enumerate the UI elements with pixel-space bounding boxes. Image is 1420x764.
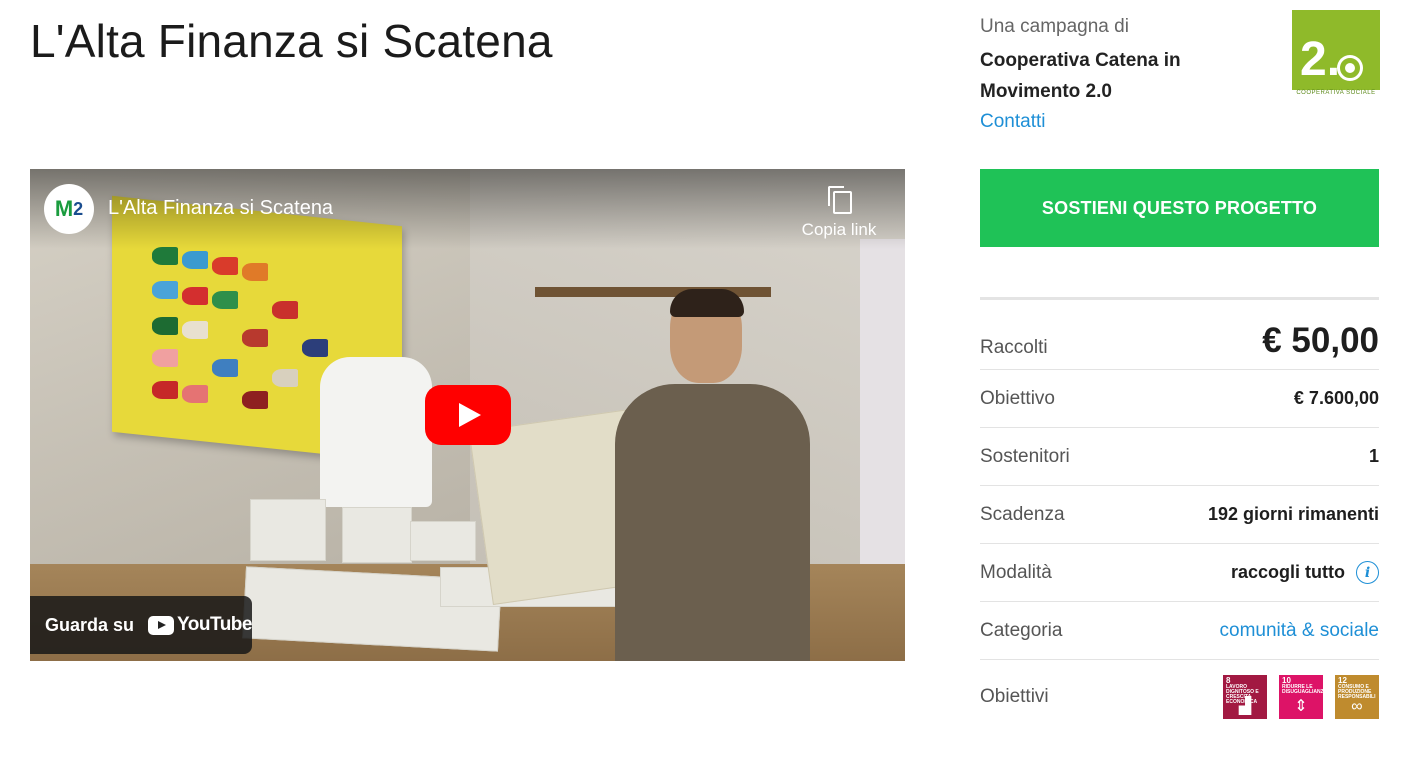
- campaign-of-label: Una campagna di: [980, 16, 1129, 37]
- divider: [980, 297, 1379, 300]
- watch-on-label: Guarda su: [45, 614, 135, 635]
- mode-label: Modalità: [980, 561, 1052, 583]
- sdg-goal-10[interactable]: 10 RIDURRE LE DISUGUAGLIANZE ⇕: [1279, 675, 1323, 719]
- logo-number: 2.: [1300, 33, 1341, 86]
- category-link[interactable]: comunità & sociale: [1220, 620, 1379, 642]
- organization-logo[interactable]: 2. COOPERATIVA SOCIALE: [1292, 10, 1380, 97]
- video-title[interactable]: L'Alta Finanza si Scatena: [108, 197, 333, 220]
- raised-value: € 50,00: [1262, 320, 1379, 360]
- sdg-goal-8[interactable]: 8 LAVORO DIGNITOSO E CRESCITA ECONOMICA ▟: [1223, 675, 1267, 719]
- channel-initials-suffix: 2: [73, 198, 84, 219]
- stat-backers: Sostenitori 1: [980, 428, 1379, 486]
- youtube-play-icon: [148, 615, 175, 635]
- support-project-button[interactable]: SOSTIENI QUESTO PROGETTO: [980, 169, 1379, 247]
- sdg-text: RIDURRE LE DISUGUAGLIANZE: [1282, 684, 1323, 695]
- goal-label: Obiettivo: [980, 387, 1055, 409]
- sdg-icons: 8 LAVORO DIGNITOSO E CRESCITA ECONOMICA ▟ 1…: [1223, 675, 1379, 719]
- stat-goal: Obiettivo € 7.600,00: [980, 370, 1379, 428]
- category-label: Categoria: [980, 619, 1063, 641]
- goal-value: € 7.600,00: [1293, 388, 1379, 408]
- sdg-goal-12[interactable]: 12 CONSUMO E PRODUZIONE RESPONSABILI ∞: [1335, 675, 1379, 719]
- page-title: L'Alta Finanza si Scatena: [30, 15, 553, 67]
- copy-link-button[interactable]: Copia link: [799, 186, 879, 240]
- stat-goals: Obiettivi 8 LAVORO DIGNITOSO E CRESCITA E…: [980, 660, 1379, 734]
- youtube-logo: YouTube: [148, 614, 252, 636]
- info-icon[interactable]: i: [1356, 561, 1379, 584]
- deadline-label: Scadenza: [980, 503, 1065, 525]
- copy-link-label: Copia link: [801, 220, 877, 239]
- channel-initials: M: [54, 196, 74, 221]
- mode-value: raccogli tutto: [1230, 562, 1345, 582]
- deadline-value: 192 giorni rimanenti: [1207, 504, 1379, 524]
- watch-on-youtube-button[interactable]: Guarda su YouTube: [30, 596, 252, 654]
- stat-category: Categoria comunità & sociale: [980, 602, 1379, 660]
- play-button[interactable]: [425, 385, 511, 445]
- goals-label: Obiettivi: [980, 686, 1049, 707]
- raised-label: Raccolti: [980, 336, 1048, 358]
- copy-icon: [828, 186, 852, 214]
- infinity-icon: ∞: [1351, 698, 1363, 715]
- backers-value: 1: [1368, 446, 1379, 466]
- channel-avatar[interactable]: M2: [44, 184, 94, 234]
- video-player[interactable]: M2 L'Alta Finanza si Scatena Copia link …: [30, 169, 905, 661]
- backers-label: Sostenitori: [980, 445, 1070, 467]
- growth-chart-icon: ▟: [1238, 698, 1252, 715]
- stat-mode: Modalità raccogli tutto i: [980, 544, 1379, 602]
- logo-caption: COOPERATIVA SOCIALE: [1296, 90, 1376, 96]
- stat-deadline: Scadenza 192 giorni rimanenti: [980, 486, 1379, 544]
- stat-raised: Raccolti € 50,00: [980, 312, 1379, 370]
- equality-icon: ⇕: [1294, 698, 1308, 715]
- organization-name[interactable]: Cooperativa Catena in Movimento 2.0: [980, 45, 1230, 107]
- youtube-wordmark: YouTube: [177, 614, 252, 635]
- contacts-link[interactable]: Contatti: [980, 111, 1045, 133]
- campaign-stats: Raccolti € 50,00 Obiettivo € 7.600,00 So…: [980, 312, 1379, 734]
- gear-icon: [1340, 58, 1360, 78]
